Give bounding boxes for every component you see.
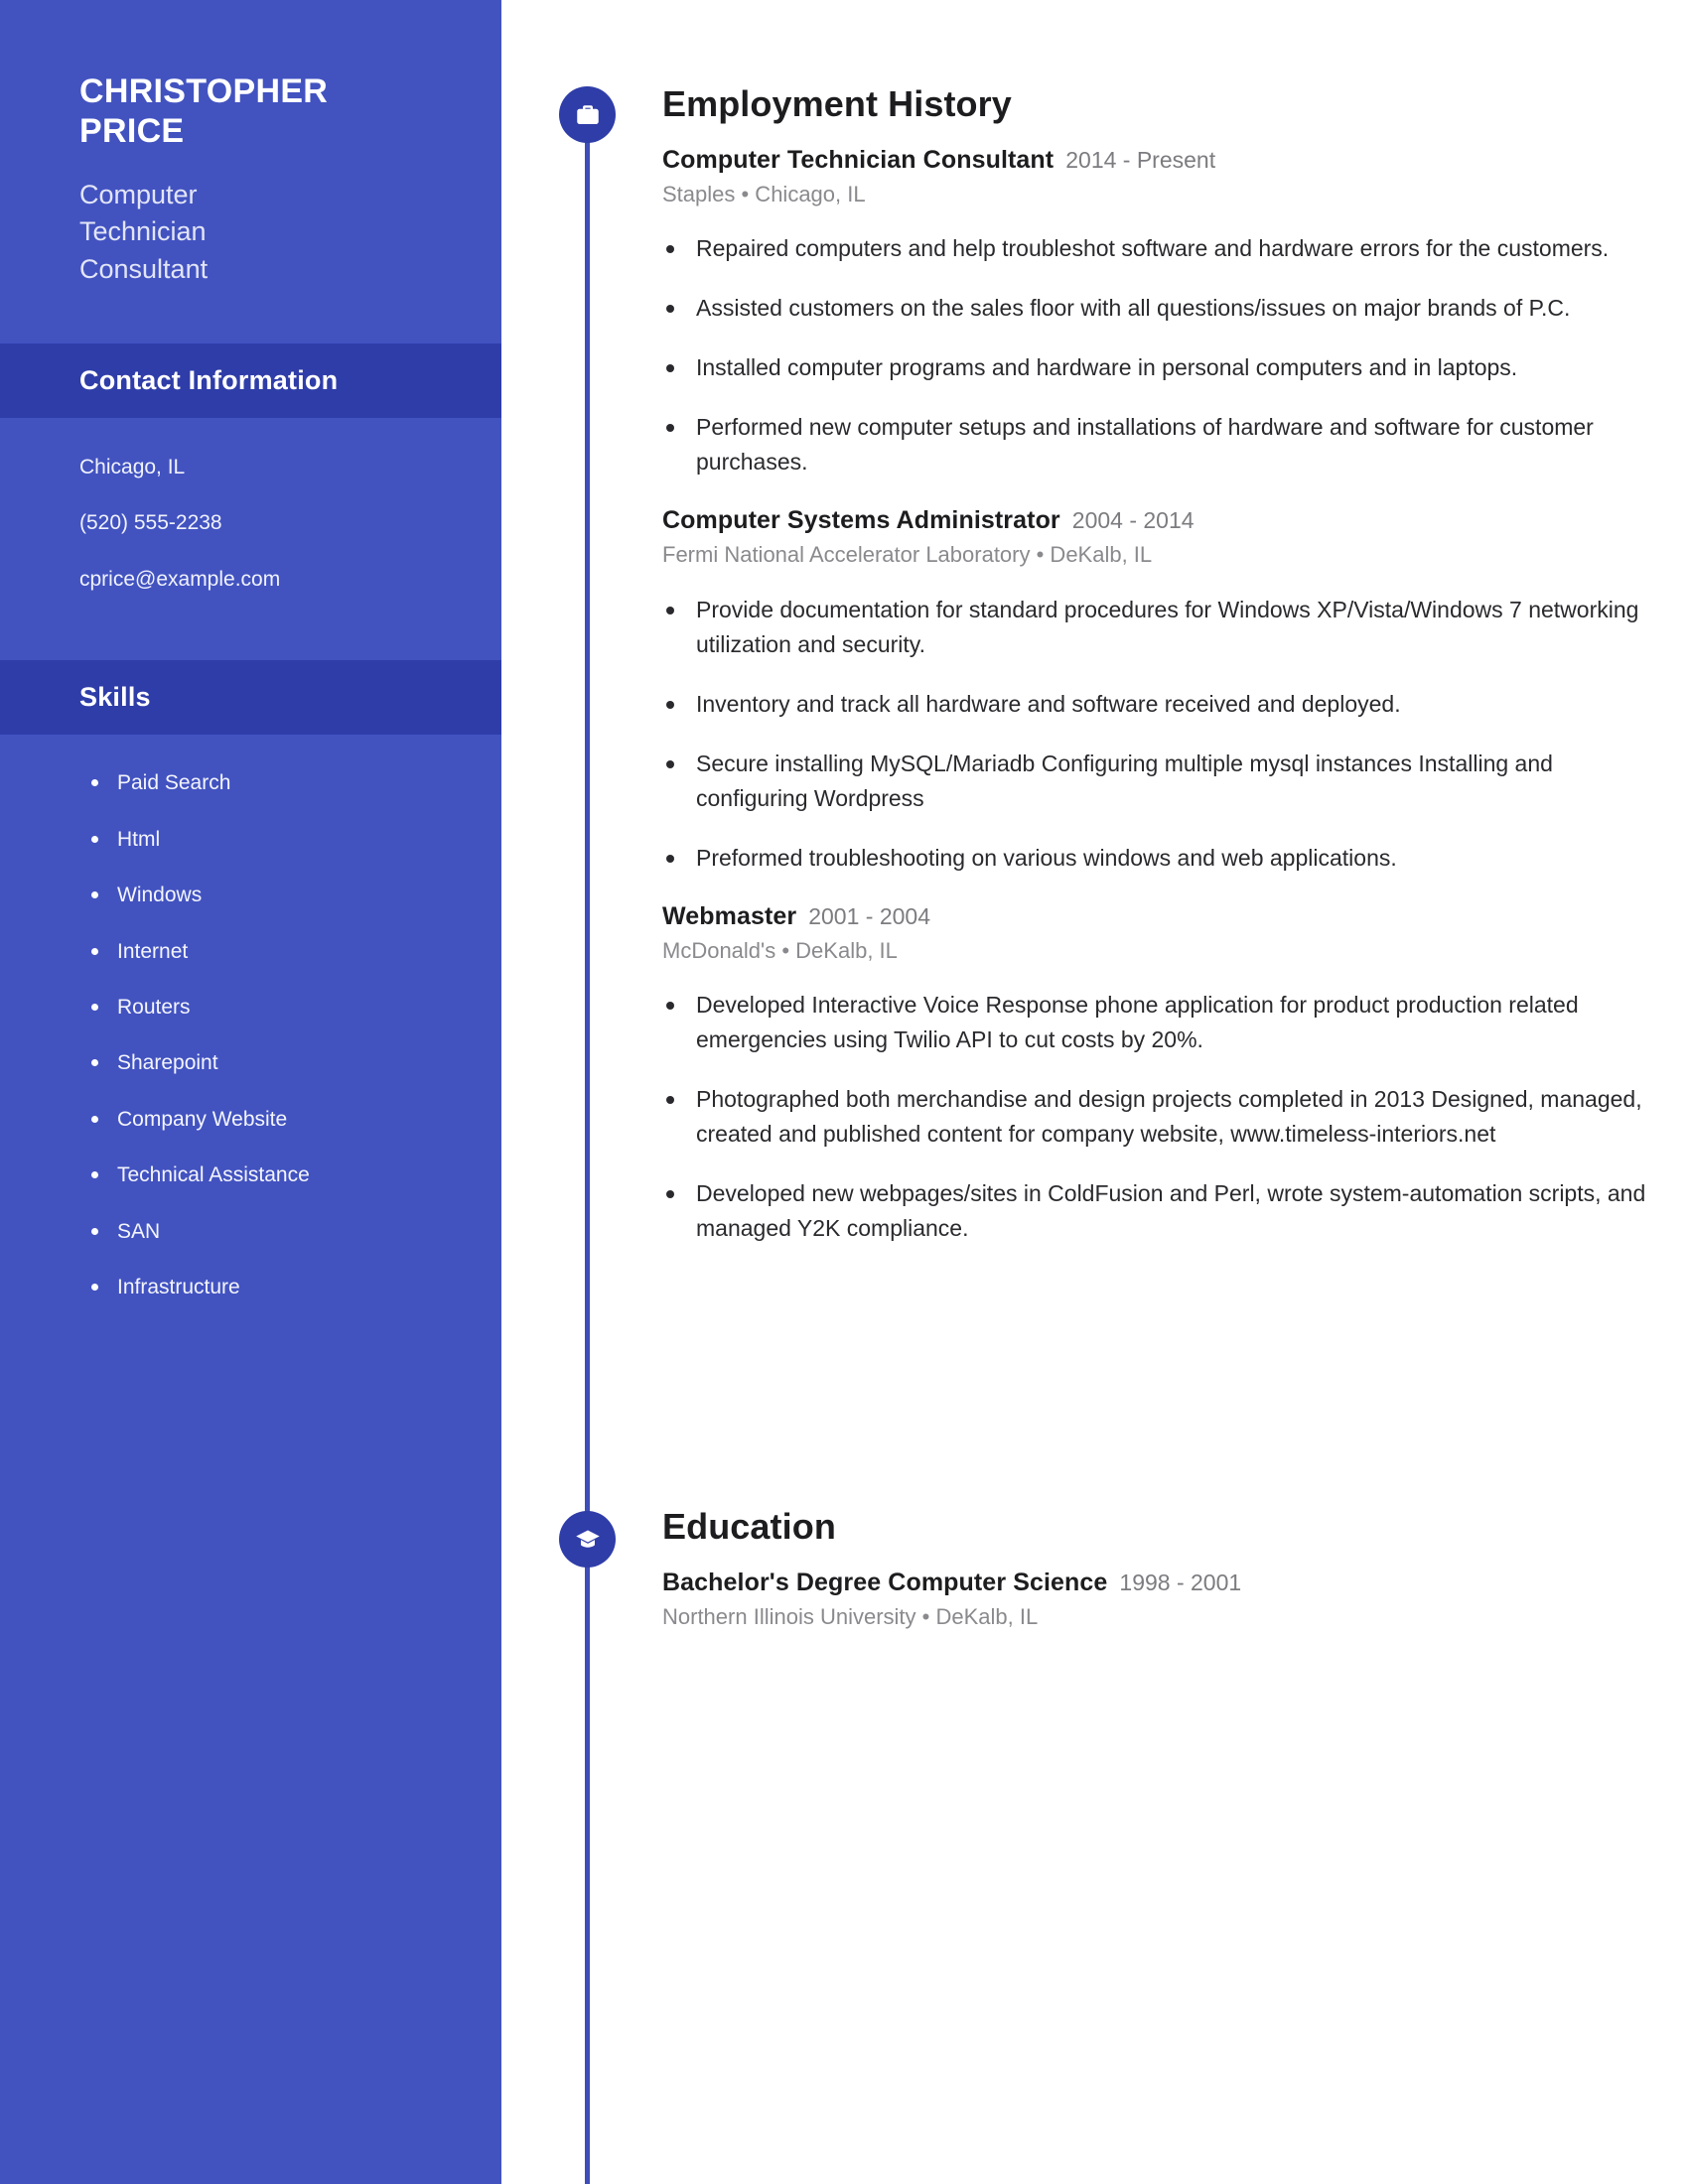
list-item: SAN <box>89 1217 422 1246</box>
education-entry: Bachelor's Degree Computer Science 1998 -… <box>662 1567 1665 1633</box>
job-title: Computer Technician Consultant <box>662 145 1055 174</box>
job-employer-location: Staples • Chicago, IL <box>662 181 866 206</box>
list-item: Paid Search <box>89 768 422 797</box>
job-bullets: Repaired computers and help troubleshot … <box>662 231 1665 479</box>
school-location: Northern Illinois University • DeKalb, I… <box>662 1603 1039 1629</box>
contact-information-body: Chicago, IL (520) 555-2238 cprice@exampl… <box>0 418 501 621</box>
skills-header: Skills <box>0 660 501 736</box>
list-item: Assisted customers on the sales floor wi… <box>662 291 1665 326</box>
job-title: Webmaster <box>662 901 797 930</box>
degree-title: Bachelor's Degree Computer Science <box>662 1568 1108 1596</box>
timeline-line <box>585 111 590 2184</box>
job-dates: 2014 - Present <box>1065 146 1216 173</box>
list-item: Internet <box>89 937 422 966</box>
page-title: CHRISTOPHER PRICE <box>79 72 329 151</box>
job-employer-location: McDonald's • DeKalb, IL <box>662 937 898 963</box>
job-dates: 2001 - 2004 <box>808 902 930 929</box>
list-item: Preformed troubleshooting on various win… <box>662 841 1665 876</box>
job-title: Computer Systems Administrator <box>662 506 1060 535</box>
list-item: Performed new computer setups and instal… <box>662 410 1665 479</box>
resume-page: CHRISTOPHER PRICE Computer Technician Co… <box>0 0 1688 2184</box>
list-item: Photographed both merchandise and design… <box>662 1082 1665 1152</box>
entry-head: Computer Technician Consultant 2014 - Pre… <box>662 144 1665 176</box>
list-item: Installed computer programs and hardware… <box>662 350 1665 385</box>
list-item: Windows <box>89 881 422 909</box>
skills-list: Paid Search Html Windows Internet Router… <box>0 735 501 1301</box>
contact-information-heading: Contact Information <box>79 364 339 395</box>
list-item: Routers <box>89 993 422 1022</box>
contact-information-header: Contact Information <box>0 342 501 418</box>
list-item: Sharepoint <box>89 1048 422 1077</box>
main-content: Employment History Computer Technician C… <box>501 0 1688 2184</box>
job-dates: 2004 - 2014 <box>1071 507 1195 534</box>
employment-history-section: Employment History Computer Technician C… <box>662 84 1665 1271</box>
education-section: Education Bachelor's Degree Computer Sci… <box>662 1507 1665 1632</box>
contact-location: Chicago, IL <box>79 455 186 478</box>
entry-head: Webmaster 2001 - 2004 <box>662 900 1665 932</box>
contact-email[interactable]: cprice@example.com <box>79 564 422 596</box>
briefcase-icon <box>559 86 616 143</box>
job-bullets: Provide documentation for standard proce… <box>662 593 1665 876</box>
employment-entry: Computer Systems Administrator 2004 - 201… <box>662 504 1665 876</box>
list-item: Inventory and track all hardware and sof… <box>662 687 1665 722</box>
education-heading: Education <box>662 1506 836 1547</box>
contact-phone[interactable]: (520) 555-2238 <box>79 507 422 539</box>
job-bullets: Developed Interactive Voice Response pho… <box>662 988 1665 1246</box>
list-item: Technical Assistance <box>89 1160 422 1189</box>
list-item: Secure installing MySQL/Mariadb Configur… <box>662 747 1665 816</box>
list-item: Company Website <box>89 1105 422 1134</box>
skills-heading: Skills <box>79 682 151 713</box>
entry-head: Computer Systems Administrator 2004 - 201… <box>662 504 1665 536</box>
employment-entry: Webmaster 2001 - 2004 McDonald's • DeKalb… <box>662 900 1665 1247</box>
name-block: CHRISTOPHER PRICE Computer Technician Co… <box>0 0 501 288</box>
list-item: Infrastructure <box>89 1273 422 1301</box>
job-subtitle: Computer Technician Consultant <box>79 180 209 284</box>
graduation-cap-icon <box>559 1511 616 1568</box>
list-item: Developed Interactive Voice Response pho… <box>662 988 1665 1057</box>
employment-entry: Computer Technician Consultant 2014 - Pre… <box>662 144 1665 480</box>
list-item: Provide documentation for standard proce… <box>662 593 1665 662</box>
entry-head: Bachelor's Degree Computer Science 1998 -… <box>662 1567 1665 1598</box>
list-item: Html <box>89 825 422 854</box>
degree-dates: 1998 - 2001 <box>1119 1569 1242 1595</box>
employment-history-heading: Employment History <box>662 83 1012 124</box>
list-item: Repaired computers and help troubleshot … <box>662 231 1665 266</box>
job-employer-location: Fermi National Accelerator Laboratory • … <box>662 542 1153 568</box>
list-item: Developed new webpages/sites in ColdFusi… <box>662 1176 1665 1246</box>
sidebar: CHRISTOPHER PRICE Computer Technician Co… <box>0 0 501 2184</box>
